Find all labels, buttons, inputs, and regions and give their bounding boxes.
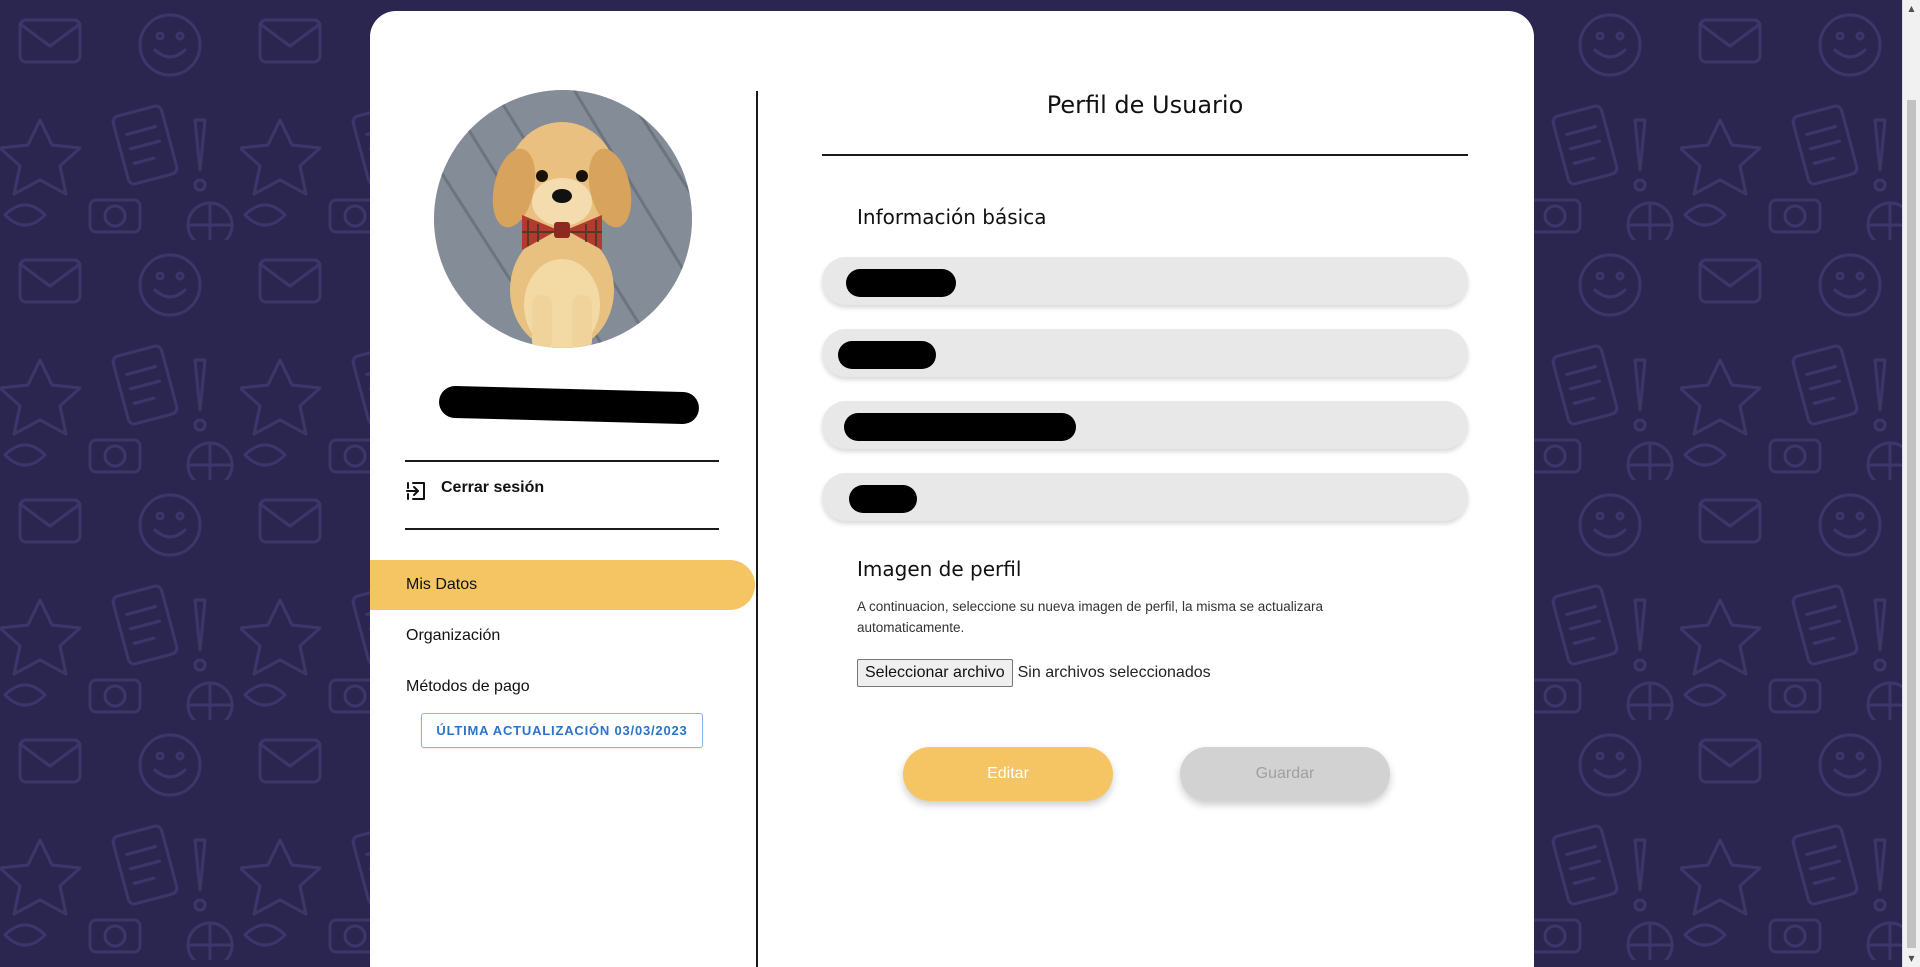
title-divider: [822, 154, 1468, 156]
phone-field[interactable]: [822, 473, 1468, 521]
scroll-up-arrow-icon[interactable]: ▲: [1903, 0, 1920, 17]
profile-card: Cerrar sesión Mis Datos Organización Mét…: [370, 11, 1534, 967]
last-update-badge: ÚLTIMA ACTUALIZACIÓN 03/03/2023: [421, 713, 703, 748]
logout-button[interactable]: Cerrar sesión: [405, 460, 719, 530]
page-scrollbar[interactable]: ▲ ▼: [1902, 0, 1920, 967]
basic-info-heading: Información básica: [857, 205, 1047, 229]
scrollbar-thumb[interactable]: [1907, 100, 1916, 948]
choose-file-button[interactable]: Seleccionar archivo: [857, 659, 1013, 687]
email-field[interactable]: [822, 401, 1468, 449]
file-status-text: Sin archivos seleccionados: [1017, 664, 1211, 681]
page-title: Perfil de Usuario: [1046, 91, 1244, 119]
logout-icon: [406, 482, 425, 500]
profile-image-heading: Imagen de perfil: [857, 557, 1022, 581]
first-name-field[interactable]: [822, 257, 1468, 305]
last-name-field[interactable]: [822, 329, 1468, 377]
nav-item-organizacion[interactable]: Organización: [370, 611, 755, 661]
redacted-value: [846, 269, 956, 297]
nav-item-mis-datos[interactable]: Mis Datos: [370, 560, 755, 610]
scroll-down-arrow-icon[interactable]: ▼: [1903, 950, 1920, 967]
redacted-value: [849, 485, 917, 513]
edit-button[interactable]: Editar: [903, 747, 1113, 801]
redacted-value: [838, 341, 936, 369]
save-button[interactable]: Guardar: [1180, 747, 1390, 801]
nav-item-metodos-de-pago[interactable]: Métodos de pago: [370, 662, 755, 712]
puppy-photo: [434, 90, 692, 348]
file-picker: Seleccionar archivo Sin archivos selecci…: [857, 659, 1211, 687]
logout-label: Cerrar sesión: [441, 479, 545, 496]
avatar: [434, 90, 692, 348]
user-name-redacted: [438, 385, 700, 425]
column-divider: [756, 91, 758, 967]
profile-image-help-text: A continuacion, seleccione su nueva imag…: [857, 599, 1324, 635]
redacted-value: [844, 413, 1076, 441]
